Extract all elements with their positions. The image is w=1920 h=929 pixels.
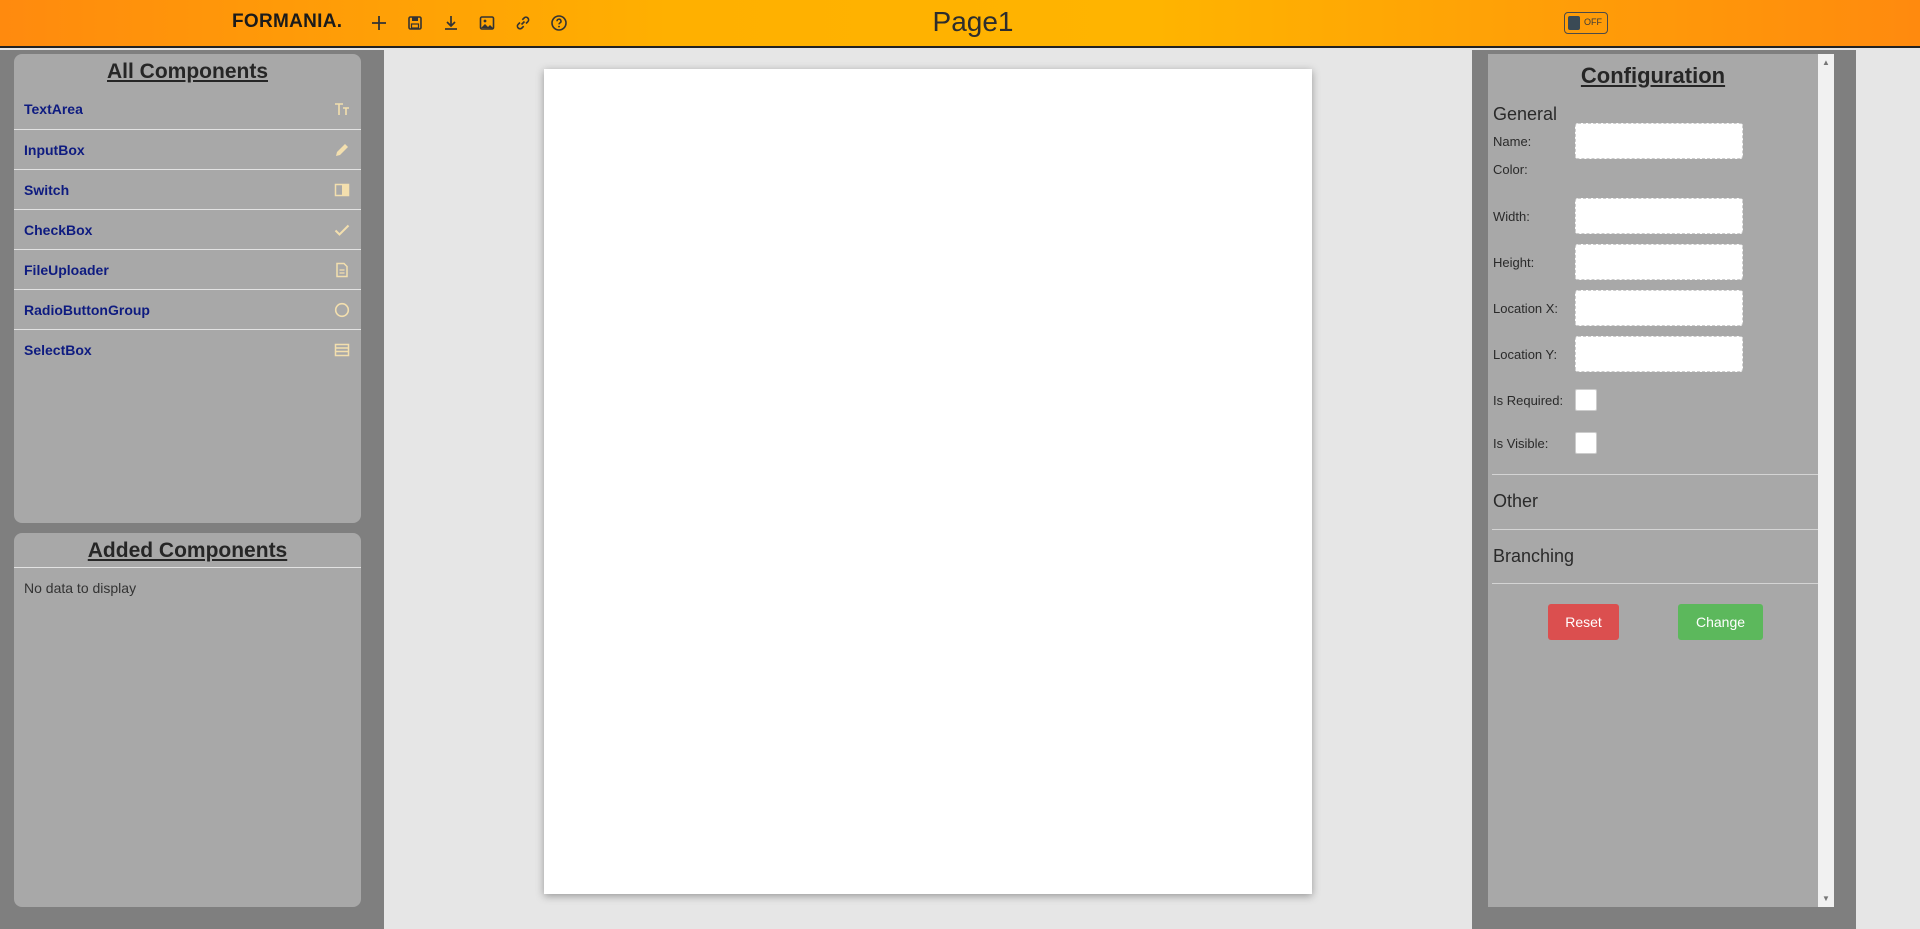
is-required-row: Is Required:	[1493, 389, 1597, 411]
divider	[1492, 583, 1818, 584]
component-label: SelectBox	[24, 341, 92, 358]
toggle-label: OFF	[1584, 17, 1602, 27]
page-title: Page1	[932, 6, 1014, 37]
color-row: Color:	[1493, 162, 1575, 177]
all-components-panel: All Components TextArea InputBox Switch	[14, 54, 361, 523]
config-scrollbar[interactable]: ▲ ▼	[1818, 54, 1834, 907]
brand-logo: FORMANIA.	[232, 11, 343, 32]
width-label: Width:	[1493, 208, 1530, 224]
is-required-checkbox[interactable]	[1575, 389, 1597, 411]
name-row: Name:	[1493, 123, 1743, 159]
divider	[1492, 529, 1818, 530]
added-components-title: Added Components	[87, 539, 288, 562]
component-list: TextArea InputBox Switch CheckBox FileUp…	[14, 89, 361, 369]
add-icon[interactable]	[368, 12, 390, 34]
scroll-down-icon[interactable]: ▼	[1822, 894, 1830, 903]
is-visible-checkbox[interactable]	[1575, 432, 1597, 454]
color-label: Color:	[1493, 162, 1528, 177]
switch-icon	[334, 182, 350, 198]
list-icon	[334, 342, 350, 358]
height-row: Height:	[1493, 244, 1743, 280]
toggle-knob	[1568, 16, 1580, 30]
scroll-up-icon[interactable]: ▲	[1822, 58, 1830, 67]
added-components-panel: Added Components No data to display	[14, 533, 361, 907]
component-item-selectbox[interactable]: SelectBox	[14, 329, 361, 369]
top-bar: FORMANIA. Page1 OFF	[0, 0, 1920, 48]
left-sidebar: All Components TextArea InputBox Switch	[0, 50, 384, 929]
other-section-title[interactable]: Other	[1493, 491, 1538, 512]
form-canvas[interactable]	[544, 69, 1312, 894]
divider	[1492, 474, 1818, 475]
empty-state-text: No data to display	[24, 580, 137, 596]
component-item-fileuploader[interactable]: FileUploader	[14, 249, 361, 289]
component-label: CheckBox	[24, 221, 93, 238]
component-item-checkbox[interactable]: CheckBox	[14, 209, 361, 249]
location-y-row: Location Y:	[1493, 336, 1743, 372]
location-x-label: Location X:	[1493, 300, 1559, 316]
is-required-label: Is Required:	[1493, 392, 1564, 408]
component-label: Switch	[24, 181, 70, 198]
height-label: Height:	[1493, 254, 1535, 270]
radio-circle-icon	[334, 302, 350, 318]
location-x-input[interactable]	[1575, 290, 1743, 326]
branching-section-title[interactable]: Branching	[1493, 546, 1574, 567]
mode-toggle[interactable]: OFF	[1564, 12, 1608, 34]
general-section-title[interactable]: General	[1488, 104, 1818, 125]
help-icon[interactable]	[548, 12, 570, 34]
is-visible-row: Is Visible:	[1493, 432, 1597, 454]
width-input[interactable]	[1575, 198, 1743, 234]
configuration-panel: Configuration General Name: Color: Width…	[1488, 54, 1818, 907]
is-visible-label: Is Visible:	[1493, 435, 1549, 451]
location-y-label: Location Y:	[1493, 346, 1558, 362]
file-icon	[334, 262, 350, 278]
configuration-title: Configuration	[1580, 63, 1726, 88]
component-label: TextArea	[24, 101, 83, 117]
link-icon[interactable]	[512, 12, 534, 34]
component-item-inputbox[interactable]: InputBox	[14, 129, 361, 169]
component-label: RadioButtonGroup	[24, 301, 150, 318]
right-sidebar: Configuration General Name: Color: Width…	[1472, 50, 1856, 929]
image-icon[interactable]	[476, 12, 498, 34]
reset-button[interactable]: Reset	[1548, 604, 1619, 640]
component-label: FileUploader	[24, 261, 109, 278]
location-x-row: Location X:	[1493, 290, 1743, 326]
change-button[interactable]: Change	[1678, 604, 1763, 640]
height-input[interactable]	[1575, 244, 1743, 280]
name-label: Name:	[1493, 133, 1532, 149]
location-y-input[interactable]	[1575, 336, 1743, 372]
pencil-icon	[334, 142, 350, 158]
save-icon[interactable]	[404, 12, 426, 34]
check-icon	[334, 222, 350, 238]
text-size-icon	[334, 101, 350, 117]
component-item-switch[interactable]: Switch	[14, 169, 361, 209]
width-row: Width:	[1493, 198, 1743, 234]
download-icon[interactable]	[440, 12, 462, 34]
component-item-radiobuttongroup[interactable]: RadioButtonGroup	[14, 289, 361, 329]
component-label: InputBox	[24, 141, 85, 158]
name-input[interactable]	[1575, 123, 1743, 159]
all-components-title: All Components	[107, 60, 268, 83]
component-item-textarea[interactable]: TextArea	[14, 89, 361, 129]
